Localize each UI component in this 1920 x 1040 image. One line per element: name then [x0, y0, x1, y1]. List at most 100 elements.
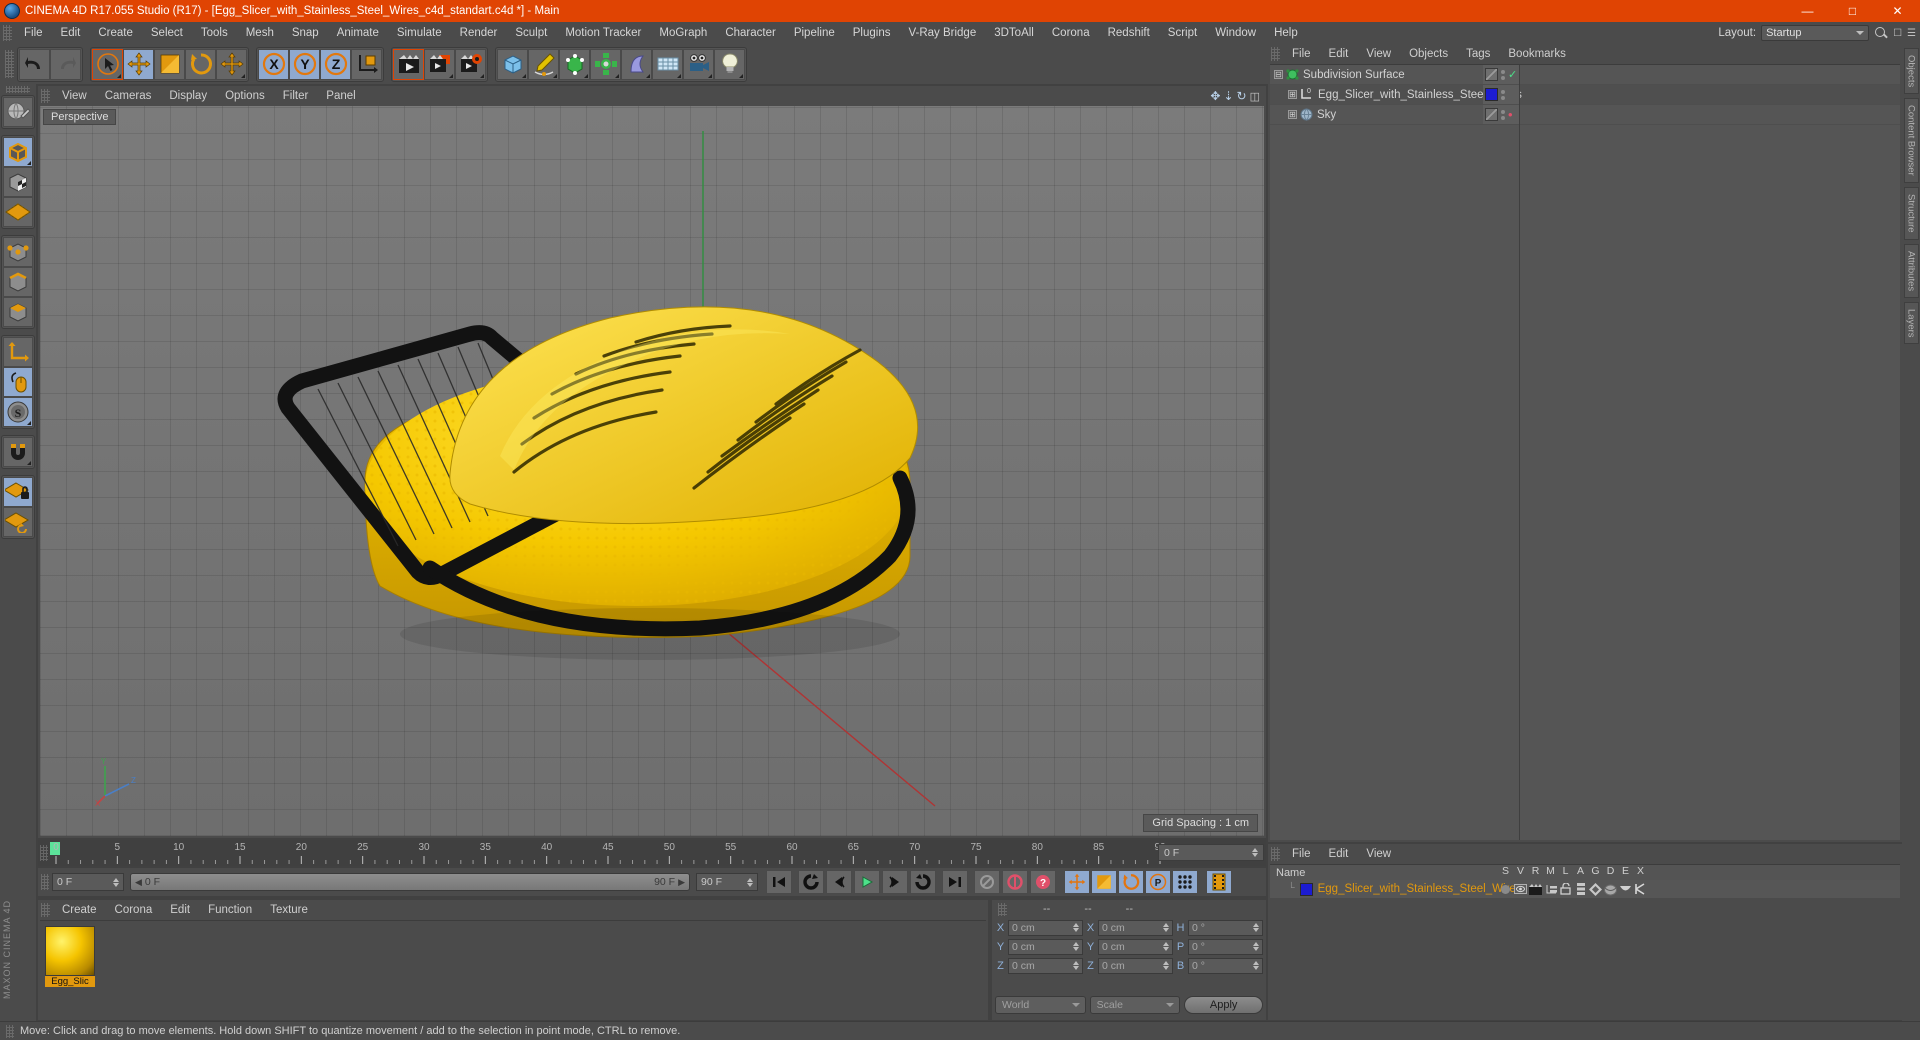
material-menu-edit[interactable]: Edit: [161, 904, 199, 916]
layer-column-G[interactable]: G: [1588, 865, 1603, 877]
object-tag-column[interactable]: [1483, 85, 1519, 104]
timeline-ruler[interactable]: 051015202530354045505560657075808590 0 F: [38, 840, 1266, 866]
layer-menu-view[interactable]: View: [1357, 848, 1400, 860]
material-menu-function[interactable]: Function: [199, 904, 261, 916]
menu-grip-handle[interactable]: [3, 25, 12, 41]
egg-slicer-3d-model[interactable]: [270, 256, 1060, 676]
spinner-icon[interactable]: [1253, 923, 1259, 932]
layer-column-R[interactable]: R: [1528, 865, 1543, 877]
scale-tool-button[interactable]: [154, 48, 185, 80]
expand-toggle[interactable]: ⊞: [1288, 90, 1297, 99]
edge-mode-button[interactable]: [3, 267, 33, 297]
workplane-lock-button[interactable]: [3, 477, 33, 507]
object-tree[interactable]: ⊟ Subdivision Surface ✓ ⊞ 0 Egg_Slicer_with_S…: [1270, 64, 1900, 840]
menu-item-pipeline[interactable]: Pipeline: [785, 22, 844, 44]
menu-item-render[interactable]: Render: [451, 22, 507, 44]
menu-item-simulate[interactable]: Simulate: [388, 22, 451, 44]
object-manager-grip-handle[interactable]: [1271, 47, 1280, 61]
dock-tab-content-browser[interactable]: Content Browser: [1903, 98, 1919, 183]
spinner-icon[interactable]: [1163, 942, 1169, 951]
key-rotation-button[interactable]: [1118, 870, 1144, 894]
visibility-dots-icon[interactable]: [1501, 109, 1505, 120]
dock-tab-objects[interactable]: Objects: [1903, 48, 1919, 95]
pan-icon[interactable]: ✥: [1210, 89, 1220, 103]
rotation-field[interactable]: 0 °: [1188, 957, 1263, 974]
menu-item-mograph[interactable]: MoGraph: [650, 22, 716, 44]
render-region-button[interactable]: [424, 48, 455, 80]
expand-toggle[interactable]: ⊟: [1274, 70, 1283, 79]
layer-column-E[interactable]: E: [1618, 865, 1633, 877]
menu-item-select[interactable]: Select: [142, 22, 192, 44]
viewport-menu-view[interactable]: View: [53, 90, 96, 102]
record-active-objects-button[interactable]: [974, 870, 1000, 894]
workplane-align-button[interactable]: [3, 507, 33, 537]
spinner-icon[interactable]: [1253, 961, 1259, 970]
material-list[interactable]: Egg_Slic: [40, 920, 986, 1018]
layer-column-V[interactable]: V: [1513, 865, 1528, 877]
rotate-view-icon[interactable]: ↻: [1237, 89, 1247, 103]
size-field[interactable]: 0 cm: [1098, 957, 1173, 974]
xpresso-icon[interactable]: [1633, 882, 1648, 897]
undo-button[interactable]: [19, 48, 50, 80]
dock-tab-attributes[interactable]: Attributes: [1903, 243, 1919, 298]
maximize-viewport-icon[interactable]: ◫: [1250, 90, 1260, 103]
menu-item-script[interactable]: Script: [1159, 22, 1206, 44]
timeline-grip-handle[interactable]: [40, 845, 48, 861]
generator-icon[interactable]: [1588, 882, 1603, 897]
spinner-icon[interactable]: [1163, 961, 1169, 970]
object-row[interactable]: ⊟ Subdivision Surface ✓: [1270, 65, 1900, 85]
expand-toggle[interactable]: ⊞: [1288, 110, 1297, 119]
dock-tab-layers[interactable]: Layers: [1903, 301, 1919, 345]
spinner-icon[interactable]: [1252, 848, 1258, 857]
keyframe-selection-button[interactable]: ?: [1030, 870, 1056, 894]
lock-x-axis-button[interactable]: X: [258, 48, 289, 80]
menu-item-animate[interactable]: Animate: [328, 22, 388, 44]
doc-end-spinner-icon[interactable]: [747, 877, 753, 887]
render-settings-button[interactable]: [455, 48, 486, 80]
object-level-animation-button[interactable]: [1206, 870, 1232, 894]
layer-row[interactable]: └ Egg_Slicer_with_Stainless_Steel_Wires: [1270, 880, 1900, 898]
menu-item-help[interactable]: Help: [1265, 22, 1307, 44]
object-tag-column[interactable]: •: [1483, 105, 1519, 124]
status-bar-grip-handle[interactable]: [6, 1024, 14, 1038]
make-editable-button[interactable]: [3, 97, 33, 127]
enable-axis-modification-button[interactable]: [3, 337, 33, 367]
viewport-menu-options[interactable]: Options: [216, 90, 274, 102]
object-menu-file[interactable]: File: [1283, 48, 1320, 60]
render-icon[interactable]: [1528, 882, 1543, 897]
menu-item-corona[interactable]: Corona: [1043, 22, 1099, 44]
minimize-button[interactable]: —: [1785, 0, 1830, 22]
object-tag-column[interactable]: ✓: [1483, 65, 1519, 84]
apply-button[interactable]: Apply: [1184, 996, 1264, 1014]
viewport-grip-handle[interactable]: [41, 89, 50, 103]
environment-floor-button[interactable]: [652, 48, 683, 80]
expression-icon[interactable]: [1618, 882, 1633, 897]
select-tool-button[interactable]: [92, 48, 123, 80]
object-color-swatch[interactable]: [1485, 68, 1498, 81]
animation-icon[interactable]: [1573, 882, 1588, 897]
camera-button[interactable]: [683, 48, 714, 80]
spinner-icon[interactable]: [1253, 942, 1259, 951]
material-menu-texture[interactable]: Texture: [261, 904, 317, 916]
layer-menu-edit[interactable]: Edit: [1320, 848, 1358, 860]
visible-icon[interactable]: [1513, 882, 1528, 897]
step-back-button[interactable]: [826, 870, 852, 894]
viewport-menu-cameras[interactable]: Cameras: [96, 90, 161, 102]
object-menu-edit[interactable]: Edit: [1320, 48, 1358, 60]
layer-column-A[interactable]: A: [1573, 865, 1588, 877]
menu-item-edit[interactable]: Edit: [52, 22, 90, 44]
render-view-button[interactable]: [393, 48, 424, 80]
coordinate-system-dropdown[interactable]: World: [995, 996, 1086, 1014]
menu-item-sculpt[interactable]: Sculpt: [506, 22, 556, 44]
material-menu-corona[interactable]: Corona: [106, 904, 162, 916]
spinner-icon[interactable]: [1073, 961, 1079, 970]
document-end-frame-field[interactable]: 90 F: [696, 873, 758, 891]
polygon-mode-button[interactable]: [3, 297, 33, 327]
menu-item-character[interactable]: Character: [716, 22, 785, 44]
step-forward-button[interactable]: [882, 870, 908, 894]
viewport-menu-panel[interactable]: Panel: [317, 90, 364, 102]
light-button[interactable]: [714, 48, 745, 80]
spinner-icon[interactable]: [1163, 923, 1169, 932]
position-field[interactable]: 0 cm: [1008, 919, 1083, 936]
primitive-cube-button[interactable]: [497, 48, 528, 80]
